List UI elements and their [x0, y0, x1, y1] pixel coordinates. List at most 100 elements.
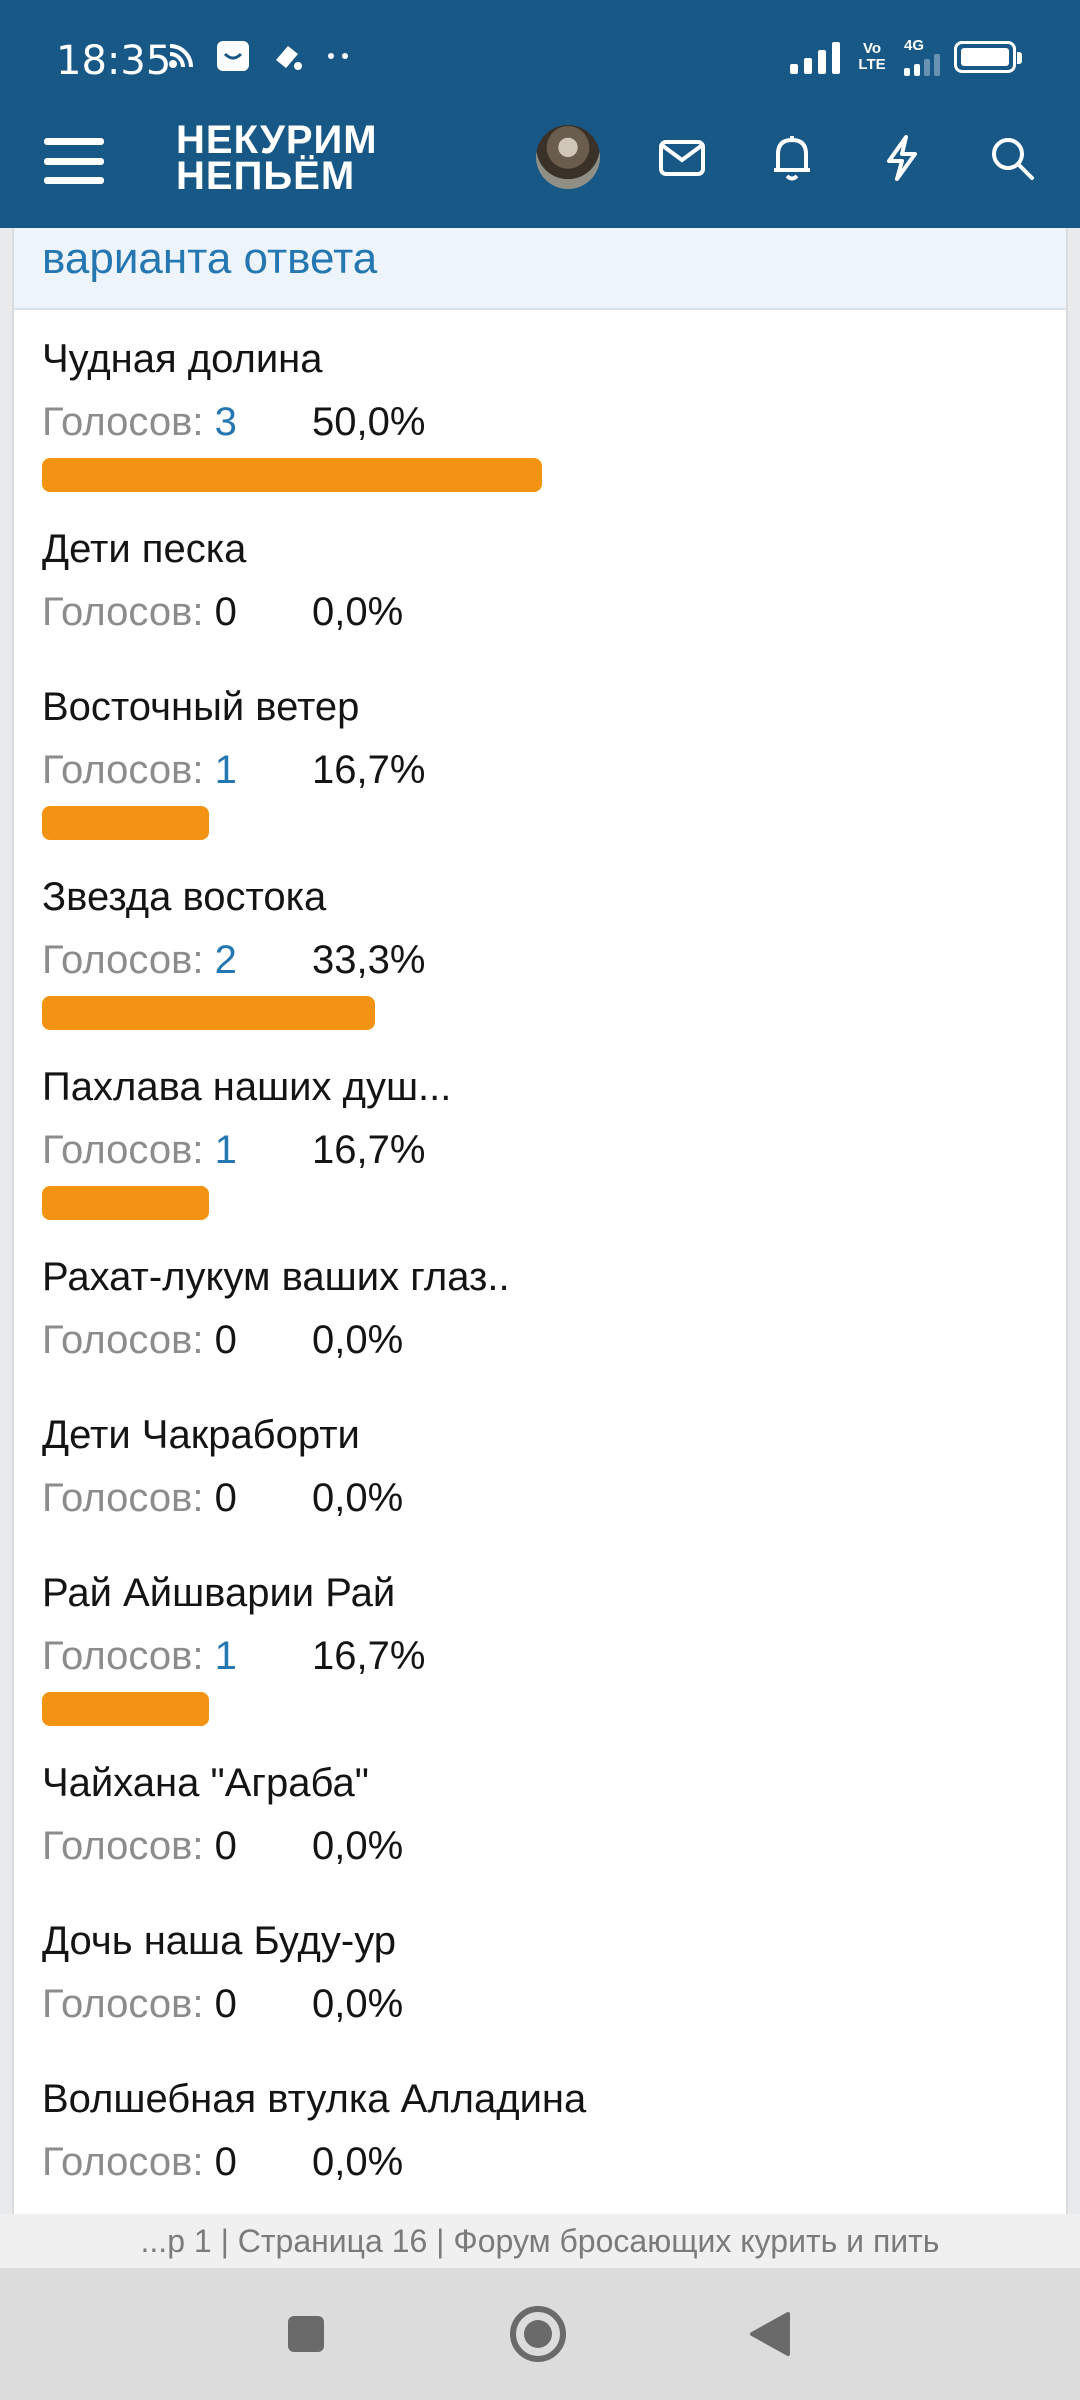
- vote-count: 0: [214, 2140, 237, 2184]
- poll-results-card: варианта ответа Чудная долина Голосов: 3 5…: [12, 228, 1068, 2214]
- vote-bar: [42, 1186, 209, 1220]
- votes-label: Голосов:: [42, 2140, 215, 2184]
- votes-label: Голосов:: [42, 1634, 215, 1678]
- vote-percent: 16,7%: [312, 748, 426, 792]
- notification-icons: [168, 40, 350, 72]
- vote-row: Голосов: 3 50,0%: [42, 390, 1042, 454]
- poll-header-text: варианта ответа: [42, 234, 378, 283]
- volte-indicator: Vo LTE: [858, 40, 886, 73]
- avatar[interactable]: [536, 125, 600, 189]
- vote-row: Голосов: 0 0,0%: [42, 1972, 1042, 2036]
- poll-options-list: Чудная долина Голосов: 3 50,0% Дети песка Го…: [42, 328, 1042, 2214]
- lightning-icon[interactable]: [872, 128, 932, 188]
- back-triangle-icon[interactable]: [734, 2298, 806, 2370]
- votes-label: Голосов:: [42, 938, 215, 982]
- vote-count: 0: [214, 1824, 237, 1868]
- poll-header: варианта ответа: [14, 228, 1066, 310]
- voters-link[interactable]: 1: [215, 1128, 237, 1172]
- poll-option: Восточный ветер Голосов: 1 16,7%: [42, 676, 1042, 866]
- vote-percent: 0,0%: [312, 590, 404, 634]
- poll-option-label: Восточный ветер: [42, 685, 360, 729]
- votes-label: Голосов:: [42, 400, 215, 444]
- app-notification-icon: [217, 41, 249, 71]
- poll-option-label: Звезда востока: [42, 875, 327, 919]
- votes-label: Голосов:: [42, 1128, 215, 1172]
- mail-icon[interactable]: [652, 128, 712, 188]
- status-bar: 18:35 Vo LTE 4G: [0, 0, 1080, 120]
- poll-option-label: Рахат-лукум ваших глаз..: [42, 1255, 510, 1299]
- poll-option: Чайхана "Аграба" Голосов: 0 0,0%: [42, 1752, 1042, 1910]
- menu-icon[interactable]: [44, 134, 104, 188]
- tool-icon: [276, 46, 302, 70]
- voters-link[interactable]: 1: [215, 748, 237, 792]
- votes-label: Голосов:: [42, 1982, 215, 2026]
- vote-bar: [42, 806, 209, 840]
- votes-label: Голосов:: [42, 1824, 215, 1868]
- poll-option-label: Рай Айшварии Рай: [42, 1571, 396, 1615]
- poll-option: Чудная долина Голосов: 3 50,0%: [42, 328, 1042, 518]
- network-type: 4G: [904, 37, 925, 54]
- home-circle-icon[interactable]: [502, 2298, 574, 2370]
- network-indicator: 4G: [904, 38, 940, 76]
- logo-line-1: НЕКУРИМ: [176, 118, 378, 162]
- poll-option: Дети Чакраборти Голосов: 0 0,0%: [42, 1404, 1042, 1562]
- poll-option: Волшебная втулка Алладина Голосов: 0 0,0%: [42, 2068, 1042, 2214]
- poll-option: Дочь наша Буду-ур Голосов: 0 0,0%: [42, 1910, 1042, 2068]
- vote-bar: [42, 458, 542, 492]
- poll-option: Рахат-лукум ваших глаз.. Голосов: 0 0,0%: [42, 1246, 1042, 1404]
- site-logo[interactable]: НЕКУРИМ НЕПЬЁМ: [176, 118, 378, 198]
- vote-row: Голосов: 1 16,7%: [42, 1624, 1042, 1688]
- poll-option-label: Волшебная втулка Алладина: [42, 2077, 587, 2121]
- vote-row: Голосов: 1 16,7%: [42, 1118, 1042, 1182]
- vote-count: 0: [214, 1318, 237, 1362]
- vote-bar: [42, 1692, 209, 1726]
- more-dots-icon: [328, 53, 348, 59]
- status-time: 18:35: [56, 38, 172, 84]
- vote-percent: 16,7%: [312, 1128, 426, 1172]
- vote-row: Голосов: 2 33,3%: [42, 928, 1042, 992]
- poll-option: Рай Айшварии Рай Голосов: 1 16,7%: [42, 1562, 1042, 1752]
- voters-link[interactable]: 2: [215, 938, 237, 982]
- vote-row: Голосов: 0 0,0%: [42, 580, 1042, 644]
- rss-icon: [169, 44, 193, 68]
- vote-count: 0: [214, 1982, 237, 2026]
- votes-label: Голосов:: [42, 590, 215, 634]
- poll-option: Звезда востока Голосов: 2 33,3%: [42, 866, 1042, 1056]
- search-icon[interactable]: [982, 128, 1042, 188]
- signal-strength-icon: [790, 40, 840, 74]
- bell-icon[interactable]: [762, 128, 822, 188]
- vote-percent: 50,0%: [312, 400, 426, 444]
- poll-option-label: Дети Чакраборти: [42, 1413, 360, 1457]
- voters-link[interactable]: 3: [215, 400, 237, 444]
- poll-option: Дети песка Голосов: 0 0,0%: [42, 518, 1042, 676]
- vote-percent: 33,3%: [312, 938, 426, 982]
- poll-option-label: Чайхана "Аграба": [42, 1761, 369, 1805]
- vote-percent: 16,7%: [312, 1634, 426, 1678]
- app-bar: НЕКУРИМ НЕПЬЁМ: [0, 120, 1080, 228]
- vote-percent: 0,0%: [312, 1824, 404, 1868]
- votes-label: Голосов:: [42, 1318, 215, 1362]
- square-icon[interactable]: [270, 2298, 342, 2370]
- vote-percent: 0,0%: [312, 1318, 404, 1362]
- page-title-bar: ...р 1 | Страница 16 | Форум бросающих к…: [0, 2214, 1080, 2268]
- vote-bar: [42, 996, 375, 1030]
- battery-icon: [954, 41, 1022, 73]
- vote-row: Голосов: 0 0,0%: [42, 2130, 1042, 2194]
- voters-link[interactable]: 1: [215, 1634, 237, 1678]
- poll-option-label: Чудная долина: [42, 337, 323, 381]
- header: 18:35 Vo LTE 4G НЕКУРИМ НЕПЬЁМ: [0, 0, 1080, 228]
- vote-percent: 0,0%: [312, 1982, 404, 2026]
- logo-line-2: НЕПЬЁМ: [176, 154, 356, 198]
- vote-row: Голосов: 0 0,0%: [42, 1308, 1042, 1372]
- vote-percent: 0,0%: [312, 1476, 404, 1520]
- vote-row: Голосов: 0 0,0%: [42, 1814, 1042, 1878]
- vote-percent: 0,0%: [312, 2140, 404, 2184]
- android-nav-bar: [0, 2268, 1080, 2400]
- vote-count: 0: [214, 1476, 237, 1520]
- signal-strength-2-icon: [904, 54, 940, 76]
- vote-row: Голосов: 0 0,0%: [42, 1466, 1042, 1530]
- votes-label: Голосов:: [42, 1476, 215, 1520]
- vote-count: 0: [214, 590, 237, 634]
- votes-label: Голосов:: [42, 748, 215, 792]
- poll-option-label: Дети песка: [42, 527, 247, 571]
